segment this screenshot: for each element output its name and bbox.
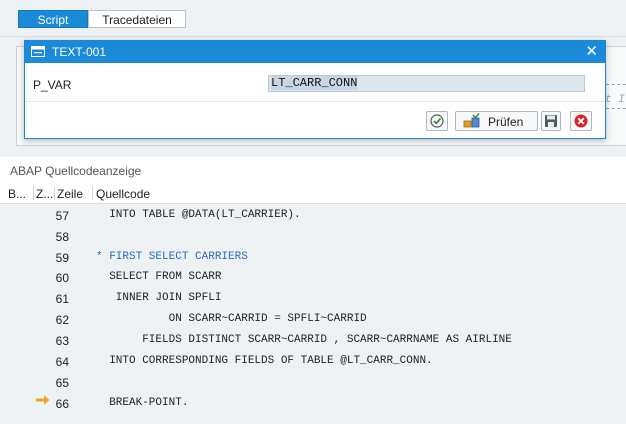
column-z[interactable]: Z... — [36, 187, 53, 201]
code-line: INTO TABLE @DATA(LT_CARRIER). — [96, 209, 301, 221]
column-quellcode[interactable]: Quellcode — [96, 187, 150, 201]
cancel-icon — [574, 114, 588, 128]
line-number: 64 — [55, 355, 69, 369]
check-objects-icon — [463, 113, 480, 128]
pruefen-label: Prüfen — [488, 115, 524, 129]
code-line: FIELDS DISTINCT SCARR~CARRID , SCARR~CAR… — [96, 334, 512, 346]
tab-tracedateien[interactable]: Tracedateien — [88, 10, 186, 28]
line-number: 58 — [55, 230, 69, 244]
field-label: P_VAR — [33, 78, 72, 92]
background-dash — [606, 84, 626, 86]
pruefen-button[interactable]: Prüfen — [455, 111, 538, 131]
value-field[interactable]: LT_CARR_CONN — [268, 75, 585, 92]
line-number: 61 — [55, 292, 69, 306]
line-number: 59 — [55, 251, 69, 265]
line-number: 57 — [55, 209, 69, 223]
line-number: 63 — [55, 334, 69, 348]
background-text: t I — [605, 94, 625, 106]
check-button[interactable] — [426, 111, 448, 131]
dialog-title: TEXT-001 — [52, 45, 107, 59]
save-icon — [545, 115, 557, 127]
code-line: BREAK-POINT. — [96, 397, 189, 409]
divider — [25, 101, 605, 102]
column-header: B... Z... Zeile Quellcode — [0, 183, 626, 204]
column-breakpoint[interactable]: B... — [8, 187, 26, 201]
value-text: LT_CARR_CONN — [271, 76, 358, 90]
popup-dialog: TEXT-001 ✕ P_VAR LT_CARR_CONN Prüfen — [24, 40, 606, 139]
line-number: 60 — [55, 271, 69, 285]
code-line: INTO CORRESPONDING FIELDS OF TABLE @LT_C… — [96, 355, 433, 367]
line-number: 62 — [55, 313, 69, 327]
code-line: INNER JOIN SPFLI — [96, 292, 222, 304]
section-title: ABAP Quellcodeanzeige — [10, 164, 142, 178]
column-zeile[interactable]: Zeile — [57, 187, 83, 201]
code-comment-line: * FIRST SELECT CARRIERS — [96, 251, 248, 263]
save-button[interactable] — [541, 111, 561, 131]
check-icon — [430, 114, 444, 128]
column-separator — [54, 186, 55, 200]
column-separator — [92, 186, 93, 200]
tab-bar: Script Tracedateien — [0, 0, 626, 37]
line-number: 66 — [55, 397, 69, 411]
dialog-titlebar: TEXT-001 ✕ — [25, 41, 605, 63]
close-icon[interactable]: ✕ — [585, 44, 598, 59]
cancel-button[interactable] — [570, 111, 592, 131]
code-line: SELECT FROM SCARR — [96, 271, 222, 283]
code-line: ON SCARR~CARRID = SPFLI~CARRID — [96, 313, 367, 325]
current-line-arrow-icon — [36, 395, 50, 405]
column-separator — [33, 186, 34, 200]
background-dash — [606, 108, 626, 110]
tab-script[interactable]: Script — [18, 10, 88, 28]
line-number: 65 — [55, 376, 69, 390]
window-icon — [31, 46, 45, 57]
